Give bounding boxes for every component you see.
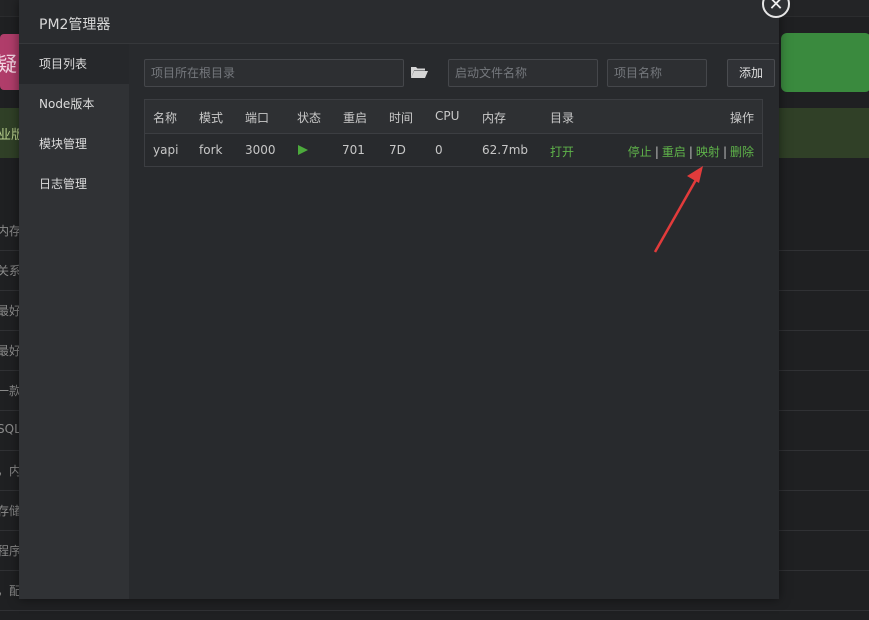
col-cpu-header: CPU [435,109,460,123]
col-ops-header: 操作 [729,111,754,125]
background-row-text: 存储 [0,504,22,518]
sidebar-item-module-manage[interactable]: 模块管理 [19,124,129,164]
background-pink-banner: 疑 [0,34,20,90]
running-status-icon[interactable] [298,145,308,155]
col-mode-header: 模式 [199,111,224,125]
project-table: 名称 模式 端口 状态 重启 时间 CPU 内存 目录 操作 yapi fork… [144,99,763,167]
col-status-header: 状态 [297,111,322,125]
action-separator: | [722,145,727,159]
cell-name: yapi [153,143,179,157]
background-row-text: ，内 [0,464,22,478]
sidebar-item-log-manage[interactable]: 日志管理 [19,164,129,204]
add-project-button[interactable]: 添加 [727,59,775,87]
background-row-text: SQL [0,422,21,436]
pm2-manager-dialog: PM2管理器 ✕ 项目列表 Node版本 模块管理 日志管理 添加 名称 模式 … [19,0,790,599]
col-name-header: 名称 [153,111,178,125]
background-row-text: ，配 [0,584,22,598]
dialog-header: PM2管理器 [19,0,779,44]
dialog-sidebar: 项目列表 Node版本 模块管理 日志管理 [19,44,129,599]
col-dir-header: 目录 [550,111,575,125]
action-separator: | [654,145,659,159]
project-toolbar: 添加 [144,59,775,89]
open-dir-link[interactable]: 打开 [550,143,574,160]
start-file-input[interactable] [448,59,598,87]
folder-open-icon[interactable] [410,65,428,79]
cell-time: 7D [389,143,406,157]
action-separator: | [688,145,693,159]
cell-restart: 701 [342,143,365,157]
dialog-content: 添加 名称 模式 端口 状态 重启 时间 CPU 内存 目录 操作 yapi f… [129,44,779,599]
col-port-header: 端口 [245,111,270,125]
cell-port: 3000 [245,143,276,157]
col-restart-header: 重启 [343,111,368,125]
col-memory-header: 内存 [482,111,507,125]
row-actions: 停止 | 重启 | 映射 | 删除 [628,143,754,160]
background-green-button [781,33,869,92]
table-header: 名称 模式 端口 状态 重启 时间 CPU 内存 目录 操作 [145,100,762,134]
cell-memory: 62.7mb [482,143,529,157]
restart-link[interactable]: 重启 [662,145,686,159]
project-path-input[interactable] [144,59,404,87]
background-row-text: 关系 [0,264,22,278]
col-time-header: 时间 [389,111,414,125]
background-pink-text: 疑 [0,52,17,76]
sidebar-item-node-version[interactable]: Node版本 [19,84,129,124]
dialog-title: PM2管理器 [39,17,111,33]
map-link[interactable]: 映射 [696,145,720,159]
cell-cpu: 0 [435,143,443,157]
cell-mode: fork [199,143,223,157]
project-name-input[interactable] [607,59,707,87]
sidebar-item-project-list[interactable]: 项目列表 [19,44,129,84]
delete-link[interactable]: 删除 [730,145,754,159]
stop-link[interactable]: 停止 [628,145,652,159]
table-row: yapi fork 3000 701 7D 0 62.7mb 打开 停止 | 重启 |… [145,134,762,166]
